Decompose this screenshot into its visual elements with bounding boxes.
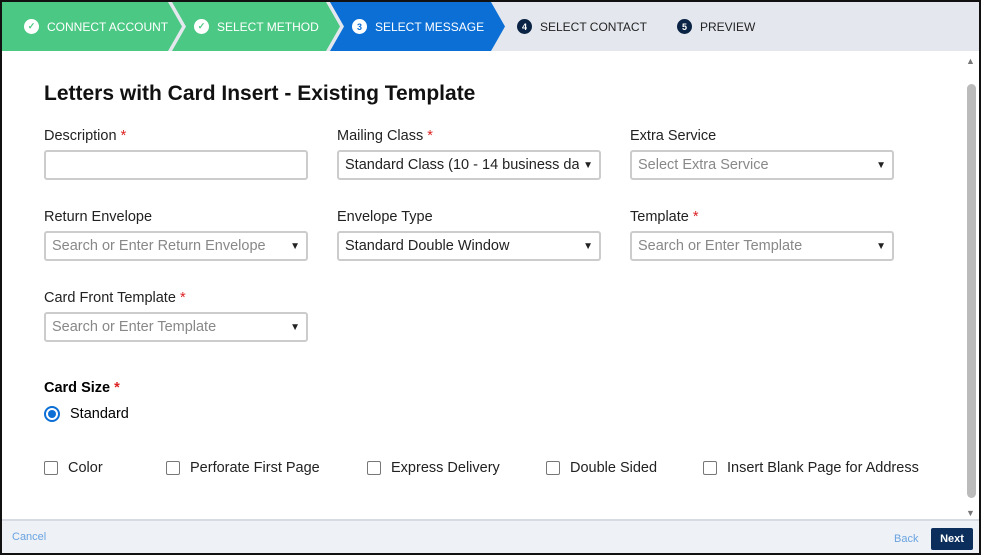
field-label: Extra Service [630, 128, 717, 144]
checkbox-icon [703, 461, 717, 475]
template-field: Template * Search or Enter Template ▼ [630, 209, 894, 261]
next-button[interactable]: Next [931, 528, 973, 550]
footer: Cancel Back Next [2, 519, 979, 553]
template-select[interactable]: Search or Enter Template ▼ [630, 231, 894, 261]
field-label: Envelope Type [337, 209, 433, 225]
progress-steps: ✓ CONNECT ACCOUNT ✓ SELECT METHOD 3 SELECT … [2, 2, 979, 51]
page-title: Letters with Card Insert - Existing Temp… [44, 82, 476, 105]
step-label: CONNECT ACCOUNT [47, 19, 169, 34]
checkbox-label: Insert Blank Page for Address [727, 460, 919, 476]
scroll-up-icon[interactable]: ▲ [966, 56, 975, 66]
mailing-class-field: Mailing Class * Standard Class (10 - 14 … [337, 128, 601, 180]
back-button[interactable]: Back [894, 533, 918, 545]
card-front-template-field: Card Front Template * Search or Enter Te… [44, 290, 308, 342]
select-placeholder: Search or Enter Template [52, 319, 217, 335]
card-front-template-select[interactable]: Search or Enter Template ▼ [44, 312, 308, 342]
envelope-type-select[interactable]: Standard Double Window ▼ [337, 231, 601, 261]
checkbox-icon [44, 461, 58, 475]
chevron-down-icon: ▼ [583, 240, 593, 252]
required-marker: * [179, 290, 186, 306]
step-label: SELECT METHOD [217, 19, 319, 34]
chevron-down-icon: ▼ [876, 159, 886, 171]
step-preview[interactable]: 5 PREVIEW [655, 2, 781, 51]
step-number-icon: 4 [517, 19, 532, 34]
required-marker: * [114, 380, 120, 396]
field-label: Description [44, 128, 117, 144]
step-select-contact[interactable]: 4 SELECT CONTACT [495, 2, 665, 51]
step-select-method[interactable]: ✓ SELECT METHOD [172, 2, 340, 51]
chevron-down-icon: ▼ [290, 321, 300, 333]
field-label: Template [630, 209, 689, 225]
label-text: Card Size [44, 380, 111, 396]
step-label: SELECT MESSAGE [375, 19, 485, 34]
checkbox-icon [367, 461, 381, 475]
extra-service-select[interactable]: Select Extra Service ▼ [630, 150, 894, 180]
checkbox-icon [546, 461, 560, 475]
check-icon: ✓ [194, 19, 209, 34]
double-sided-checkbox[interactable]: Double Sided [546, 460, 657, 476]
field-label: Card Front Template [44, 290, 176, 306]
required-marker: * [120, 128, 127, 144]
perforate-first-page-checkbox[interactable]: Perforate First Page [166, 460, 320, 476]
scrollbar-thumb[interactable] [967, 84, 976, 498]
checkbox-label: Color [68, 460, 103, 476]
express-delivery-checkbox[interactable]: Express Delivery [367, 460, 500, 476]
card-size-label: Card Size * [44, 380, 120, 396]
description-field: Description * [44, 128, 308, 180]
color-checkbox[interactable]: Color [44, 460, 103, 476]
select-value: Standard Class (10 - 14 business days) [345, 157, 580, 173]
field-label: Mailing Class [337, 128, 424, 144]
checkbox-icon [166, 461, 180, 475]
cancel-button[interactable]: Cancel [12, 531, 46, 543]
chevron-down-icon: ▼ [583, 159, 593, 171]
required-marker: * [692, 209, 699, 225]
step-number-icon: 3 [352, 19, 367, 34]
checkbox-label: Double Sided [570, 460, 658, 476]
step-label: SELECT CONTACT [540, 19, 647, 34]
extra-service-field: Extra Service Select Extra Service ▼ [630, 128, 894, 180]
required-marker: * [427, 128, 433, 144]
return-envelope-select[interactable]: Search or Enter Return Envelope ▼ [44, 231, 308, 261]
return-envelope-field: Return Envelope Search or Enter Return E… [44, 209, 308, 261]
select-value: Standard Double Window [345, 238, 510, 254]
chevron-down-icon: ▼ [876, 240, 886, 252]
checkbox-label: Express Delivery [391, 460, 500, 476]
description-input[interactable] [44, 150, 308, 180]
scroll-down-icon[interactable]: ▼ [966, 508, 975, 518]
step-connect-account[interactable]: ✓ CONNECT ACCOUNT [2, 2, 182, 51]
step-number-icon: 5 [677, 19, 692, 34]
field-label: Return Envelope [44, 209, 153, 225]
radio-label: Standard [70, 406, 129, 422]
insert-blank-page-checkbox[interactable]: Insert Blank Page for Address [703, 460, 919, 476]
radio-selected-icon [44, 406, 60, 422]
check-icon: ✓ [24, 19, 39, 34]
envelope-type-field: Envelope Type Standard Double Window ▼ [337, 209, 601, 261]
chevron-down-icon: ▼ [290, 240, 300, 252]
select-placeholder: Select Extra Service [638, 157, 769, 173]
checkbox-label: Perforate First Page [190, 460, 320, 476]
step-select-message[interactable]: 3 SELECT MESSAGE [330, 2, 505, 51]
step-label: PREVIEW [700, 19, 756, 34]
select-placeholder: Search or Enter Template [638, 238, 803, 254]
card-size-standard-radio[interactable]: Standard [44, 406, 129, 422]
select-placeholder: Search or Enter Return Envelope [52, 238, 266, 254]
scrollbar[interactable]: ▲ ▼ [965, 56, 977, 518]
mailing-class-select[interactable]: Standard Class (10 - 14 business days) ▼ [337, 150, 601, 180]
